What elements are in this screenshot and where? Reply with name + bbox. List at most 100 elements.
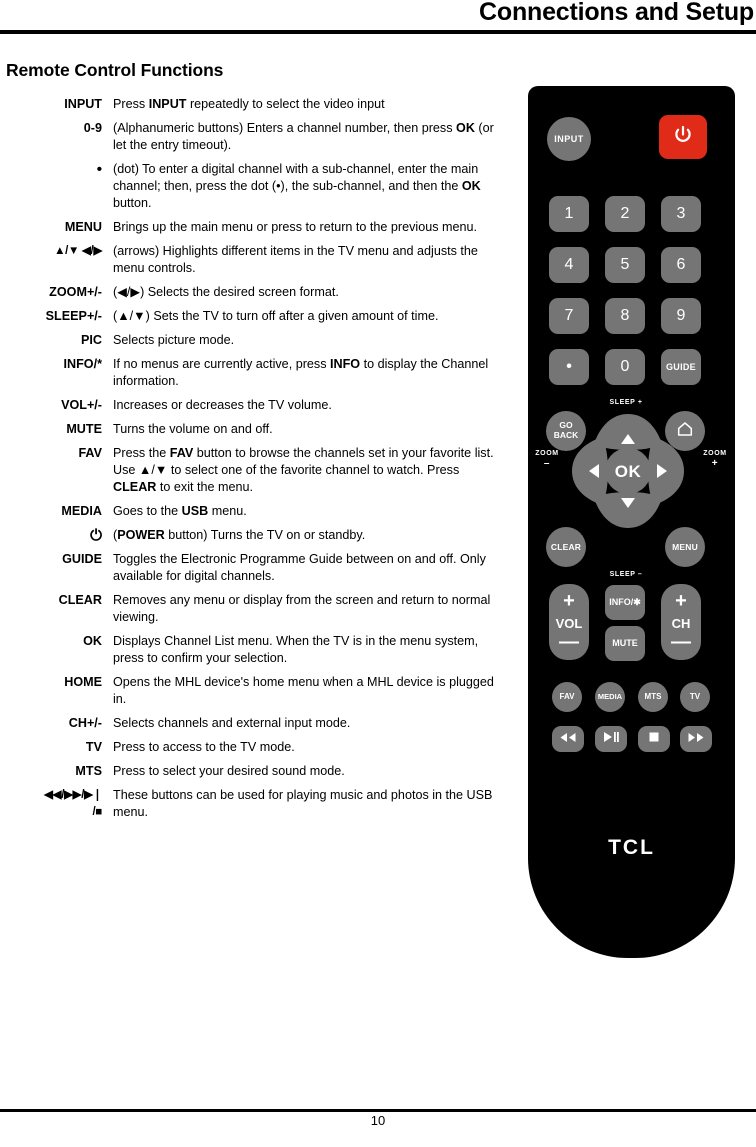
remote-button-1[interactable]: 1 xyxy=(549,196,589,232)
zoom-plus-word: ZOOM xyxy=(703,450,727,457)
remote-button-stop[interactable] xyxy=(638,726,670,752)
header-divider xyxy=(0,30,756,34)
remote-button-7[interactable]: 7 xyxy=(549,298,589,334)
function-key-label: ZOOM+/- xyxy=(49,285,102,299)
function-key-label: • xyxy=(96,161,102,178)
function-key-label: HOME xyxy=(64,675,102,689)
function-description: Opens the MHL device's home menu when a … xyxy=(113,675,494,706)
function-row: INFO/* If no menus are currently active, … xyxy=(0,356,500,390)
remote-label-zoom-plus: ZOOM + xyxy=(698,450,732,470)
remote-button-fav[interactable]: FAV xyxy=(552,682,582,712)
remote-button-9[interactable]: 9 xyxy=(661,298,701,334)
function-description: (▲/▼) Sets the TV to turn off after a gi… xyxy=(113,309,439,323)
function-row: MENU Brings up the main menu or press to … xyxy=(0,219,500,236)
remote-button-clear[interactable]: CLEAR xyxy=(546,527,586,567)
function-row: TV Press to access to the TV mode. xyxy=(0,739,500,756)
zoom-minus-symbol: – xyxy=(543,458,551,470)
function-key-label: TV xyxy=(85,740,102,754)
function-description: These buttons can be used for playing mu… xyxy=(113,788,493,819)
footer-divider xyxy=(0,1109,756,1112)
remote-button-5[interactable]: 5 xyxy=(605,247,645,283)
function-description: Press to access to the TV mode. xyxy=(113,740,295,754)
function-key-label: VOL+/- xyxy=(61,398,102,412)
remote-button-2[interactable]: 2 xyxy=(605,196,645,232)
function-description: Turns the volume on and off. xyxy=(113,422,273,436)
function-description: Increases or decreases the TV volume. xyxy=(113,398,332,412)
vol-label: VOL xyxy=(555,616,583,631)
function-key-label: CH+/- xyxy=(68,716,102,730)
function-row: ◀◀/▶▶/▶❘ /■ These buttons can be used for… xyxy=(0,787,500,821)
remote-button-tv[interactable]: TV xyxy=(680,682,710,712)
vol-plus-label: + xyxy=(563,590,575,612)
function-description: (arrows) Highlights different items in t… xyxy=(113,244,478,275)
remote-button-6[interactable]: 6 xyxy=(661,247,701,283)
remote-button-ok[interactable]: OK xyxy=(605,454,651,488)
remote-button-ch-rocker[interactable]: + CH — xyxy=(661,584,701,660)
remote-label-zoom-minus: ZOOM – xyxy=(530,450,564,470)
function-description: Toggles the Electronic Programme Guide b… xyxy=(113,552,486,583)
function-key-label: MUTE xyxy=(66,422,102,436)
remote-brand-logo: TCL xyxy=(608,836,655,859)
remote-button-guide[interactable]: GUIDE xyxy=(661,349,701,385)
function-row: GUIDE Toggles the Electronic Programme Gu… xyxy=(0,551,500,585)
function-description: If no menus are currently active, press … xyxy=(113,357,489,388)
ch-plus-label: + xyxy=(675,590,687,612)
remote-button-3[interactable]: 3 xyxy=(661,196,701,232)
power-icon xyxy=(672,124,694,150)
remote-button-power[interactable] xyxy=(659,115,707,159)
function-key-label: 0-9 xyxy=(83,121,102,135)
remote-label-sleep-minus: SLEEP – xyxy=(609,571,643,578)
remote-button-menu[interactable]: MENU xyxy=(665,527,705,567)
stop-icon xyxy=(648,731,660,747)
remote-button-info[interactable]: INFO/✱ xyxy=(605,585,645,620)
function-description: (dot) To enter a digital channel with a … xyxy=(113,162,481,210)
vol-minus-label: — xyxy=(559,631,579,653)
function-description: Selects picture mode. xyxy=(113,333,235,347)
remote-button-media[interactable]: MEDIA xyxy=(595,682,625,712)
function-description: Displays Channel List menu. When the TV … xyxy=(113,634,479,665)
function-key-label: MENU xyxy=(64,220,102,234)
function-key-label: MTS xyxy=(75,764,102,778)
function-key-label: SLEEP+/- xyxy=(45,309,102,323)
function-row: MUTE Turns the volume on and off. xyxy=(0,421,500,438)
page-header: Connections and Setup xyxy=(0,0,756,34)
function-row: INPUT Press INPUT repeatedly to select th… xyxy=(0,96,500,113)
function-row: ⏻ (POWER button) Turns the TV on or stand… xyxy=(0,527,500,544)
remote-button-0[interactable]: 0 xyxy=(605,349,645,385)
function-key-label: FAV xyxy=(78,446,102,460)
remote-button-input[interactable]: INPUT xyxy=(547,117,591,161)
rewind-icon xyxy=(559,731,577,747)
function-key-label: ▲/▼ ◀/▶ xyxy=(54,245,102,257)
function-row: ZOOM+/- (◀/▶) Selects the desired screen … xyxy=(0,284,500,301)
function-key-label: INFO/* xyxy=(63,357,102,371)
remote-button-rewind[interactable] xyxy=(552,726,584,752)
remote-button-play-pause[interactable] xyxy=(595,726,627,752)
section-title: Remote Control Functions xyxy=(6,60,224,80)
function-row: SLEEP+/- (▲/▼) Sets the TV to turn off af… xyxy=(0,308,500,325)
remote-button-mute[interactable]: MUTE xyxy=(605,626,645,661)
remote-button-8[interactable]: 8 xyxy=(605,298,645,334)
function-key-label: MEDIA xyxy=(61,504,102,518)
function-row: • (dot) To enter a digital channel with a… xyxy=(0,161,500,212)
remote-function-list: INPUT Press INPUT repeatedly to select th… xyxy=(0,96,500,828)
ch-minus-label: — xyxy=(671,631,691,653)
function-row: CLEAR Removes any menu or display from th… xyxy=(0,592,500,626)
function-description: Press the FAV button to browse the chann… xyxy=(113,446,494,494)
remote-button-4[interactable]: 4 xyxy=(549,247,589,283)
remote-button-fast-forward[interactable] xyxy=(680,726,712,752)
play-pause-icon xyxy=(603,731,619,747)
function-row: FAV Press the FAV button to browse the ch… xyxy=(0,445,500,496)
function-description: Press to select your desired sound mode. xyxy=(113,764,345,778)
remote-button-dot[interactable]: • xyxy=(549,349,589,385)
remote-button-mts[interactable]: MTS xyxy=(638,682,668,712)
remote-control-illustration: INPUT 1 2 3 4 5 6 7 8 9 • 0 GUIDE SLEEP … xyxy=(528,86,735,958)
function-key-label: CLEAR xyxy=(58,593,102,607)
function-row: ▲/▼ ◀/▶ (arrows) Highlights different ite… xyxy=(0,243,500,277)
function-key-label: OK xyxy=(83,634,102,648)
function-row: 0-9 (Alphanumeric buttons) Enters a chann… xyxy=(0,120,500,154)
function-key-label: ◀◀/▶▶/▶❘ /■ xyxy=(44,789,102,818)
function-description: Press INPUT repeatedly to select the vid… xyxy=(113,97,385,111)
function-description: (Alphanumeric buttons) Enters a channel … xyxy=(113,121,494,152)
function-key-label: INPUT xyxy=(64,97,102,111)
remote-button-vol-rocker[interactable]: + VOL — xyxy=(549,584,589,660)
